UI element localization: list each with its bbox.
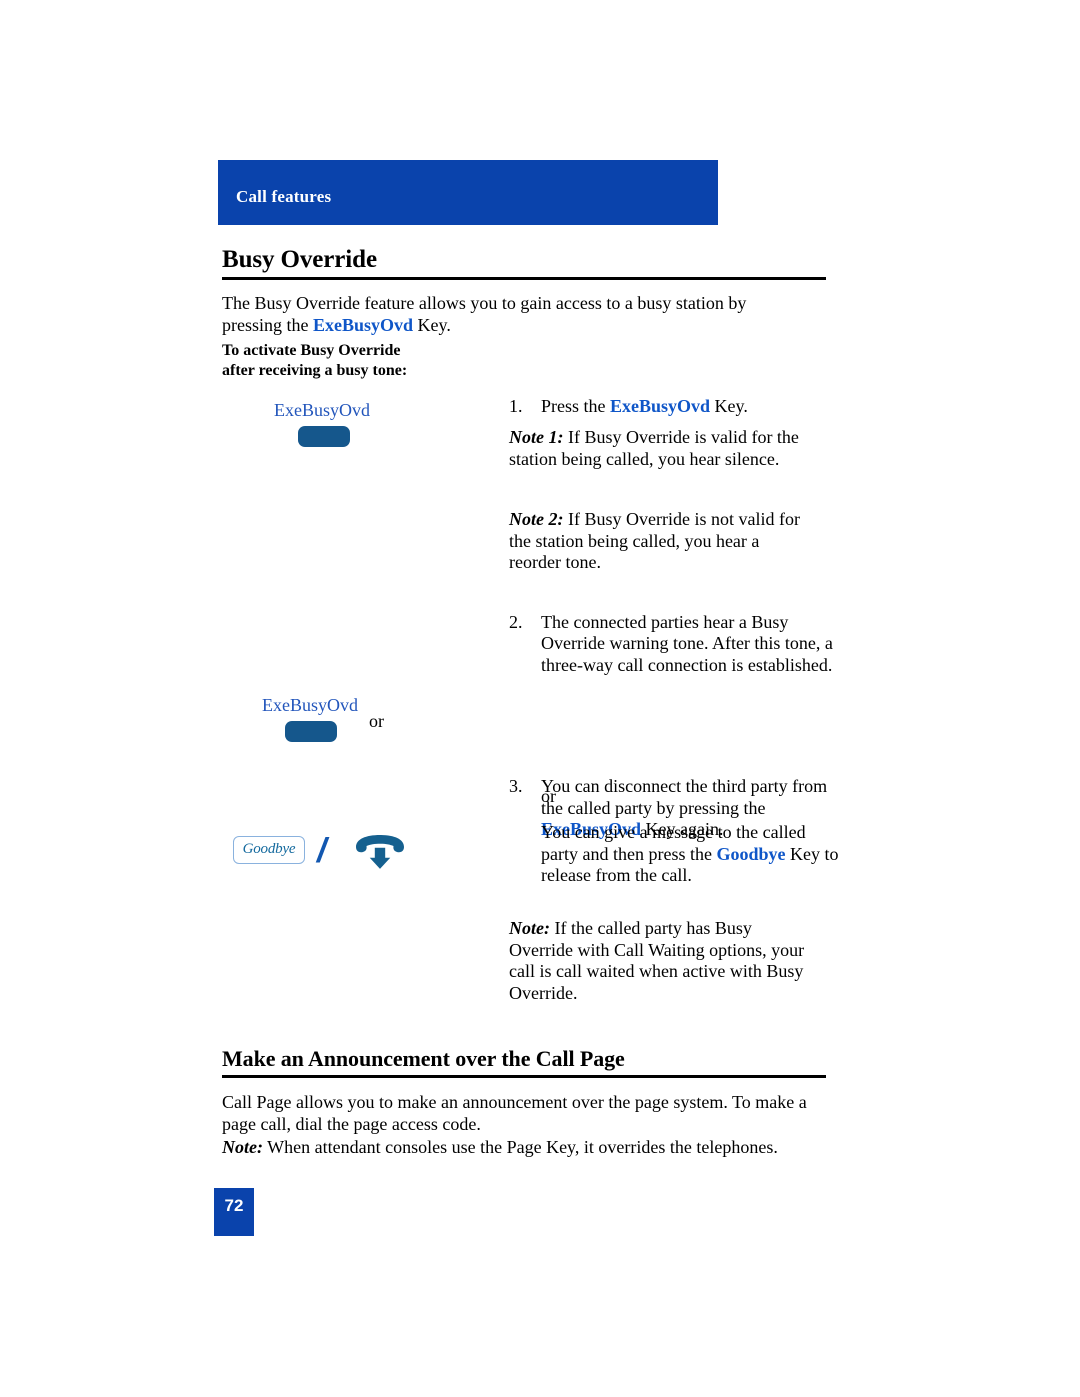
step-1-text-before: Press the xyxy=(541,396,610,416)
call-page-note: Note: When attendant consoles use the Pa… xyxy=(222,1136,807,1158)
step-2-number: 2. xyxy=(509,611,523,632)
note-3-lead: Note: xyxy=(509,918,550,938)
note-2: Note 2: If Busy Override is not valid fo… xyxy=(509,509,809,574)
call-page-note-lead: Note: xyxy=(222,1137,263,1157)
step-1-keyword-exebusyovd: ExeBusyOvd xyxy=(610,396,711,416)
key-label-exebusyovd-2: ExeBusyOvd xyxy=(262,695,358,715)
step-1-number: 1. xyxy=(509,396,523,416)
call-page-note-text: When attendant consoles use the Page Key… xyxy=(262,1137,778,1157)
activation-subheading-line1: To activate Busy Override xyxy=(222,342,401,359)
slash-separator: / xyxy=(317,832,327,870)
keycap-goodbye[interactable]: Goodbye xyxy=(233,836,305,864)
section-heading-busy-override: Busy Override xyxy=(222,246,826,280)
section-heading-call-page-text: Make an Announcement over the Call Page xyxy=(222,1046,625,1071)
or-separator-block: or xyxy=(541,786,556,806)
step-2-text: The connected parties hear a Busy Overri… xyxy=(541,611,833,675)
step-1: 1. Press the ExeBusyOvd Key. xyxy=(509,396,841,418)
section-heading-call-page: Make an Announcement over the Call Page xyxy=(222,1046,826,1078)
intro-text-before: The Busy Override feature allows you to … xyxy=(222,293,747,335)
running-header-label: Call features xyxy=(236,187,332,206)
call-page-paragraph: Call Page allows you to make an announce… xyxy=(222,1092,807,1134)
keycap-exebusyovd-2[interactable] xyxy=(285,721,337,742)
activation-subheading-line2: after receiving a busy tone: xyxy=(222,362,408,379)
alternative-period: . xyxy=(687,865,692,885)
key-label-exebusyovd-1: ExeBusyOvd xyxy=(274,400,370,420)
note-1-lead: Note 1: xyxy=(509,427,564,447)
activation-subheading: To activate Busy Override after receivin… xyxy=(222,341,642,381)
or-separator-inline: or xyxy=(369,711,384,731)
step-2: 2. The connected parties hear a Busy Over… xyxy=(509,612,841,677)
intro-keyword-exebusyovd: ExeBusyOvd xyxy=(312,315,414,335)
document-page: Call features Busy Override The Busy Ove… xyxy=(0,0,1080,1397)
note-1: Note 1: If Busy Override is valid for th… xyxy=(509,427,809,470)
page-number: 72 xyxy=(224,1196,244,1215)
heading-rule xyxy=(222,277,826,280)
intro-text-after: Key. xyxy=(413,315,451,335)
heading-rule xyxy=(222,1075,826,1078)
note-3: Note: If the called party has Busy Overr… xyxy=(509,918,809,1004)
running-header-band: Call features xyxy=(218,160,718,225)
note-3-text: If the called party has Busy Override wi… xyxy=(509,918,805,1003)
busy-override-intro: The Busy Override feature allows you to … xyxy=(222,292,802,336)
alternative-action: You can give a message to the called par… xyxy=(509,822,841,887)
keycap-exebusyovd-1[interactable] xyxy=(298,426,350,447)
alternative-keyword-goodbye: Goodbye xyxy=(716,843,786,864)
release-handset-icon xyxy=(352,833,408,873)
section-heading-busy-override-text: Busy Override xyxy=(222,246,377,273)
keycap-goodbye-label: Goodbye xyxy=(242,841,296,857)
note-2-lead: Note 2: xyxy=(509,509,564,529)
step-1-text-after: Key. xyxy=(710,396,748,416)
page-number-box: 72 xyxy=(214,1188,254,1236)
